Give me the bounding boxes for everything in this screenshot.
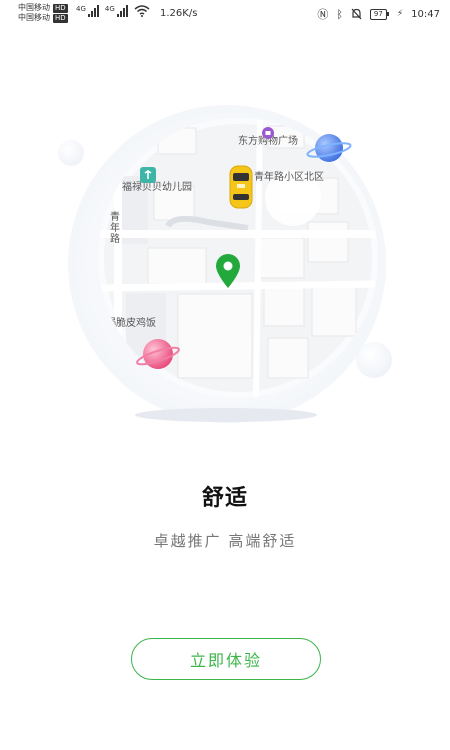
blue-planet-icon bbox=[306, 134, 352, 162]
pink-planet-icon bbox=[136, 339, 180, 369]
map-label-restaurant: 锅脆皮鸡饭 bbox=[106, 318, 156, 329]
page-title: 舒适 bbox=[201, 486, 248, 511]
map-label-community: 青年路小区北区 bbox=[254, 172, 324, 183]
map-illustration: 东方购物广场 福禄贝贝幼儿园 青年路小区北区 青年路 锅脆皮鸡饭 bbox=[0, 90, 450, 430]
nfc-icon: Ⓝ bbox=[317, 8, 329, 21]
signal-icon bbox=[116, 5, 128, 17]
mall-marker-icon bbox=[262, 127, 274, 139]
illustration-shadow bbox=[135, 408, 317, 422]
carrier-label: 中国移动 bbox=[18, 13, 50, 22]
map-label-road: 青年路 bbox=[110, 212, 120, 245]
signal-icon bbox=[87, 5, 99, 17]
bluetooth-icon: ᛒ bbox=[336, 7, 343, 21]
carrier-info: 中国移动 HD 中国移动 HD bbox=[18, 3, 68, 23]
carrier-label: 中国移动 bbox=[18, 3, 50, 12]
kindergarten-marker-icon bbox=[140, 167, 156, 183]
network-type-label: 4G bbox=[76, 5, 86, 13]
network-type-label: 4G bbox=[104, 5, 115, 13]
try-now-button[interactable]: 立即体验 bbox=[131, 638, 321, 680]
map-label-kindergarten: 福禄贝贝幼儿园 bbox=[122, 182, 192, 193]
hd-badge: HD bbox=[53, 3, 68, 13]
battery-icon: 97 bbox=[369, 8, 389, 20]
hd-badge: HD bbox=[53, 13, 68, 23]
network-speed: 1.26K/s bbox=[160, 8, 198, 19]
page-subtitle: 卓越推广 高端舒适 bbox=[153, 532, 297, 550]
decor-bubble bbox=[58, 140, 84, 166]
status-icons: Ⓝ ᛒ 97 ⚡ 10:47 bbox=[317, 6, 440, 22]
status-bar: 中国移动 HD 中国移动 HD 4G 4G 1.26K/s Ⓝ ᛒ 97 ⚡ 1… bbox=[0, 0, 450, 28]
signal-group: 4G 4G bbox=[76, 5, 150, 17]
charging-icon: ⚡ bbox=[396, 9, 404, 19]
clock: 10:47 bbox=[411, 8, 440, 20]
wifi-icon bbox=[134, 5, 150, 17]
mute-bell-icon bbox=[351, 8, 362, 20]
taxi-icon bbox=[229, 165, 253, 209]
location-pin-icon bbox=[216, 254, 240, 288]
battery-level: 97 bbox=[369, 8, 387, 20]
